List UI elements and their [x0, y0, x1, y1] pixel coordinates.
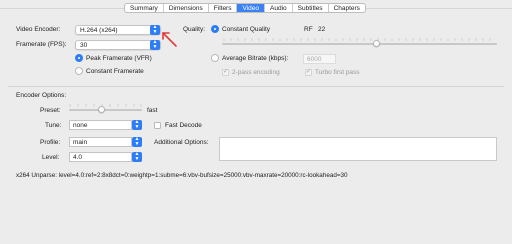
up-down-chevron-icon: ▲ ▼ — [150, 40, 160, 50]
peak-framerate-label: Peak Framerate (VFR) — [86, 55, 152, 62]
up-down-chevron-icon[interactable]: ▲ ▼ — [132, 137, 142, 147]
tab-summary[interactable]: Summary — [125, 4, 164, 12]
fast-decode-checkbox[interactable] — [154, 122, 161, 129]
framerate-popup[interactable]: 30 ▲ ▼ — [75, 40, 161, 50]
video-encoder-label: Video Encoder: — [16, 26, 61, 33]
average-bitrate-radio[interactable] — [211, 54, 219, 62]
profile-value: main — [73, 139, 88, 146]
framerate-label: Framerate (FPS): — [16, 41, 67, 48]
tune-value: none — [73, 122, 88, 129]
tab-filters[interactable]: Filters — [209, 4, 238, 12]
quality-label: Quality: — [183, 26, 206, 33]
fast-decode-label: Fast Decode — [165, 122, 202, 129]
profile-label: Profile: — [40, 139, 61, 146]
video-encoder-value: H.264 (x264) — [80, 27, 118, 34]
red-arrow-icon — [162, 32, 177, 47]
tab-dimensions[interactable]: Dimensions — [164, 4, 209, 12]
video-encoder-popup[interactable]: H.264 (x264) ▲ ▼ — [75, 25, 161, 35]
tab-audio[interactable]: Audio — [265, 4, 293, 12]
tune-label: Tune: — [45, 122, 62, 129]
tab-chapters[interactable]: Chapters — [329, 4, 365, 12]
turbo-first-pass-label: Turbo first pass — [315, 69, 360, 76]
rf-label: RF — [304, 26, 313, 33]
turbo-first-pass-checkbox[interactable]: ✓ — [305, 69, 312, 76]
constant-framerate-label: Constant Framerate — [86, 68, 144, 75]
average-bitrate-field[interactable]: 6000 — [303, 54, 336, 64]
up-down-chevron-icon[interactable]: ▲ ▼ — [132, 152, 142, 162]
framerate-value: 30 — [80, 42, 88, 49]
preset-slider-knob[interactable] — [98, 106, 105, 113]
tab-bar: Summary Dimensions Filters Video Audio S… — [124, 3, 366, 13]
peak-framerate-radio[interactable] — [75, 54, 83, 62]
constant-quality-radio[interactable] — [211, 25, 219, 33]
average-bitrate-value: 6000 — [307, 56, 322, 63]
level-value: 4.0 — [73, 154, 83, 161]
section-separator — [8, 86, 504, 87]
preset-label: Preset: — [40, 107, 61, 114]
two-pass-label: 2-pass encoding — [232, 69, 280, 76]
quality-slider-track[interactable] — [222, 43, 497, 45]
quality-slider-ticks — [223, 38, 491, 41]
level-combo-field[interactable]: 4.0 — [69, 152, 132, 162]
encoder-options-label: Encoder Options: — [16, 92, 67, 99]
level-label: Level: — [42, 154, 60, 161]
preset-slider-ticks — [69, 104, 142, 107]
up-down-chevron-icon[interactable]: ▲ ▼ — [132, 120, 142, 130]
preset-value-label: fast — [147, 107, 158, 114]
quality-slider-knob[interactable] — [373, 40, 380, 47]
profile-combo-field[interactable]: main — [69, 137, 132, 147]
tune-combo-field[interactable]: none — [69, 120, 132, 130]
tab-video[interactable]: Video — [237, 4, 265, 12]
two-pass-checkbox[interactable]: ✓ — [222, 69, 229, 76]
constant-quality-label: Constant Quality — [222, 26, 271, 33]
rf-value: 22 — [318, 26, 326, 33]
tab-subtitles[interactable]: Subtitles — [293, 4, 329, 12]
additional-options-field[interactable] — [219, 137, 497, 161]
average-bitrate-label: Average Bitrate (kbps): — [222, 55, 289, 62]
constant-framerate-radio[interactable] — [75, 67, 83, 75]
additional-options-label: Additional Options: — [154, 139, 209, 146]
x264-unparse-text: x264 Unparse: level=4.0:ref=2:8x8dct=0:w… — [16, 172, 348, 179]
preset-slider-track[interactable] — [69, 109, 142, 111]
up-down-chevron-icon: ▲ ▼ — [150, 25, 160, 35]
